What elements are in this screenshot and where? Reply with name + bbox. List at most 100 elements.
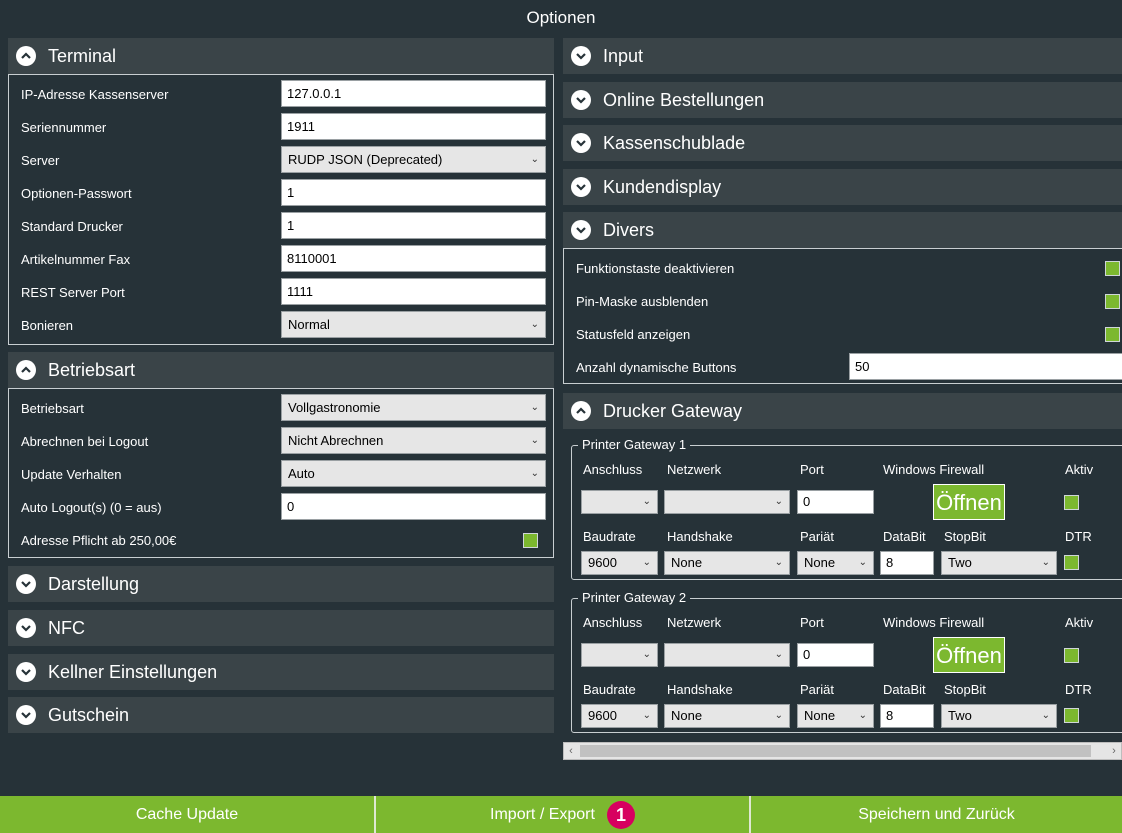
parity-select[interactable]: None ⌄ bbox=[797, 551, 874, 575]
scroll-left-icon[interactable]: ‹ bbox=[564, 743, 578, 759]
chevron-down-icon bbox=[16, 662, 36, 682]
chevron-down-icon: ⌄ bbox=[858, 557, 867, 568]
server-select[interactable]: RUDP JSON (Deprecated) ⌄ bbox=[281, 146, 546, 173]
scroll-right-icon[interactable]: › bbox=[1107, 743, 1121, 759]
section-header-terminal[interactable]: Terminal bbox=[8, 38, 554, 74]
handshake-select[interactable]: None ⌄ bbox=[664, 551, 790, 575]
section-header-printer-gateway[interactable]: Drucker Gateway bbox=[563, 393, 1122, 429]
bonieren-select[interactable]: Normal ⌄ bbox=[281, 311, 546, 338]
section-header-kassenschublade[interactable]: Kassenschublade bbox=[563, 125, 1122, 161]
printer-gateway-group: Printer Gateway 2 Anschluss Netzwerk Por… bbox=[571, 590, 1122, 733]
select-value: None bbox=[804, 708, 836, 723]
settings-row: Seriennummer 1911 bbox=[9, 111, 553, 144]
import-export-label: Import / Export bbox=[490, 806, 595, 823]
stopbit-select[interactable]: Two ⌄ bbox=[941, 551, 1057, 575]
horizontal-scrollbar[interactable]: ‹ › bbox=[563, 742, 1122, 760]
default-printer-input[interactable]: 1 bbox=[281, 212, 546, 239]
section-header-kundendisplay[interactable]: Kundendisplay bbox=[563, 169, 1122, 205]
options-password-input[interactable]: 1 bbox=[281, 179, 546, 206]
dtr-checkbox[interactable] bbox=[1064, 708, 1079, 723]
update-behavior-select[interactable]: Auto ⌄ bbox=[281, 460, 546, 487]
row-label: Adresse Pflicht ab 250,00€ bbox=[21, 533, 177, 548]
section-title: Betriebsart bbox=[48, 359, 136, 380]
port-input[interactable]: 0 bbox=[797, 490, 874, 514]
parity-select[interactable]: None ⌄ bbox=[797, 704, 874, 728]
notification-badge: 1 bbox=[606, 800, 635, 829]
databit-input[interactable]: 8 bbox=[880, 704, 934, 728]
rest-port-input[interactable]: 1111 bbox=[281, 278, 546, 305]
section-title: Kassenschublade bbox=[603, 132, 746, 153]
row-label: Artikelnummer Fax bbox=[21, 252, 131, 267]
network-select[interactable]: ⌄ bbox=[664, 643, 790, 667]
column-label: StopBit bbox=[944, 529, 986, 544]
import-export-button[interactable]: Import / Export 1 bbox=[374, 796, 749, 833]
section-header-online-orders[interactable]: Online Bestellungen bbox=[563, 82, 1122, 118]
fax-article-number-input[interactable]: 8110001 bbox=[281, 245, 546, 272]
auto-logout-input[interactable]: 0 bbox=[281, 493, 546, 520]
row-label: REST Server Port bbox=[21, 285, 125, 300]
column-label: Netzwerk bbox=[667, 462, 722, 477]
row-label: IP-Adresse Kassenserver bbox=[21, 87, 169, 102]
port-connection-select[interactable]: ⌄ bbox=[581, 490, 658, 514]
firewall-open-button[interactable]: Öffnen bbox=[933, 637, 1005, 673]
section-header-betriebsart[interactable]: Betriebsart bbox=[8, 352, 554, 388]
chevron-down-icon: ⌄ bbox=[642, 710, 651, 721]
betriebsart-select[interactable]: Vollgastronomie ⌄ bbox=[281, 394, 546, 421]
select-value: 9600 bbox=[588, 555, 617, 570]
baudrate-select[interactable]: 9600 ⌄ bbox=[581, 551, 658, 575]
section-header-kellner[interactable]: Kellner Einstellungen bbox=[8, 654, 554, 690]
databit-input[interactable]: 8 bbox=[880, 551, 934, 575]
logout-billing-select[interactable]: Nicht Abrechnen ⌄ bbox=[281, 427, 546, 454]
section-title: NFC bbox=[48, 617, 85, 638]
row-label: Standard Drucker bbox=[21, 219, 123, 234]
settings-row: Abrechnen bei Logout Nicht Abrechnen ⌄ bbox=[9, 425, 553, 458]
column-label: Handshake bbox=[667, 682, 733, 697]
server-select-value: RUDP JSON (Deprecated) bbox=[288, 152, 443, 167]
settings-row: REST Server Port 1111 bbox=[9, 276, 553, 309]
section-header-gutschein[interactable]: Gutschein bbox=[8, 697, 554, 733]
chevron-up-icon bbox=[571, 401, 591, 421]
chevron-down-icon: ⌄ bbox=[774, 649, 783, 660]
row-label: Abrechnen bei Logout bbox=[21, 434, 149, 449]
pin-mask-hide-checkbox[interactable] bbox=[1105, 294, 1120, 309]
chevron-down-icon: ⌄ bbox=[774, 710, 783, 721]
network-select[interactable]: ⌄ bbox=[664, 490, 790, 514]
firewall-open-button[interactable]: Öffnen bbox=[933, 484, 1005, 520]
select-value: None bbox=[671, 708, 703, 723]
dtr-checkbox[interactable] bbox=[1064, 555, 1079, 570]
section-header-darstellung[interactable]: Darstellung bbox=[8, 566, 554, 602]
chevron-down-icon bbox=[16, 574, 36, 594]
scrollbar-thumb[interactable] bbox=[580, 745, 1091, 757]
status-field-checkbox[interactable] bbox=[1105, 327, 1120, 342]
active-checkbox[interactable] bbox=[1064, 648, 1079, 663]
serial-number-input[interactable]: 1911 bbox=[281, 113, 546, 140]
printer-gateway-group: Printer Gateway 1 Anschluss Netzwerk Por… bbox=[571, 437, 1122, 580]
dynamic-buttons-input[interactable]: 50 bbox=[849, 353, 1122, 380]
row-label: Statusfeld anzeigen bbox=[576, 327, 691, 342]
handshake-select[interactable]: None ⌄ bbox=[664, 704, 790, 728]
section-header-divers[interactable]: Divers bbox=[563, 212, 1122, 248]
save-and-back-button[interactable]: Speichern und Zurück bbox=[749, 796, 1122, 833]
address-required-checkbox[interactable] bbox=[523, 533, 538, 548]
select-value: Two bbox=[948, 708, 972, 723]
cache-update-button[interactable]: Cache Update bbox=[0, 796, 374, 833]
section-header-nfc[interactable]: NFC bbox=[8, 610, 554, 646]
select-value: None bbox=[804, 555, 836, 570]
baudrate-select[interactable]: 9600 ⌄ bbox=[581, 704, 658, 728]
section-title: Darstellung bbox=[48, 573, 140, 594]
column-label: Netzwerk bbox=[667, 615, 722, 630]
port-input[interactable]: 0 bbox=[797, 643, 874, 667]
ip-address-input[interactable]: 127.0.0.1 bbox=[281, 80, 546, 107]
function-key-disable-checkbox[interactable] bbox=[1105, 261, 1120, 276]
chevron-up-icon bbox=[16, 360, 36, 380]
column-label: DataBit bbox=[883, 682, 926, 697]
chevron-down-icon: ⌄ bbox=[774, 557, 783, 568]
active-checkbox[interactable] bbox=[1064, 495, 1079, 510]
section-header-input[interactable]: Input bbox=[563, 38, 1122, 74]
chevron-down-icon: ⌄ bbox=[642, 557, 651, 568]
column-label: DataBit bbox=[883, 529, 926, 544]
column-label: Port bbox=[800, 615, 824, 630]
port-connection-select[interactable]: ⌄ bbox=[581, 643, 658, 667]
stopbit-select[interactable]: Two ⌄ bbox=[941, 704, 1057, 728]
column-label: DTR bbox=[1065, 529, 1092, 544]
